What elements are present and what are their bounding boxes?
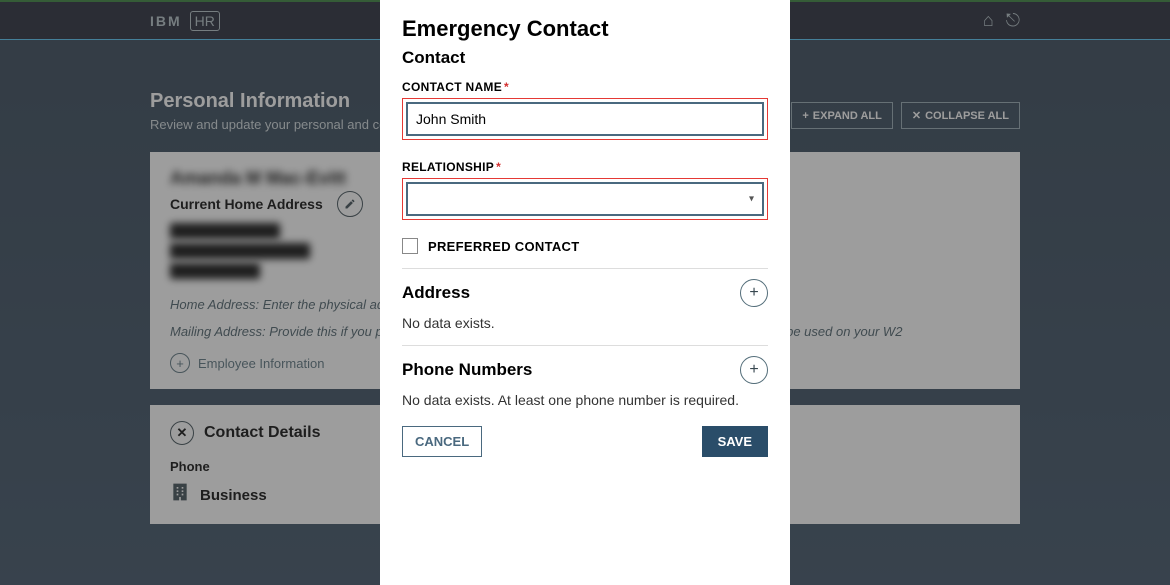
contact-name-input[interactable]	[406, 102, 764, 136]
save-button[interactable]: SAVE	[702, 426, 768, 457]
relationship-select[interactable]	[406, 182, 764, 216]
relationship-validation-box: ▾	[402, 178, 768, 220]
emergency-contact-modal: Emergency Contact Contact CONTACT NAME* …	[380, 0, 790, 585]
add-address-button[interactable]: +	[740, 279, 768, 307]
relationship-label: RELATIONSHIP*	[402, 160, 768, 174]
address-empty-text: No data exists.	[402, 315, 768, 331]
preferred-contact-label: PREFERRED CONTACT	[428, 239, 579, 254]
preferred-contact-checkbox[interactable]	[402, 238, 418, 254]
phone-empty-text: No data exists. At least one phone numbe…	[402, 392, 768, 408]
modal-subtitle: Contact	[402, 48, 768, 68]
address-section-title: Address	[402, 283, 768, 303]
phone-section-title: Phone Numbers	[402, 360, 768, 380]
modal-title: Emergency Contact	[402, 16, 768, 42]
add-phone-button[interactable]: +	[740, 356, 768, 384]
contact-name-validation-box	[402, 98, 768, 140]
phone-section: Phone Numbers + No data exists. At least…	[402, 345, 768, 408]
cancel-button[interactable]: CANCEL	[402, 426, 482, 457]
address-section: Address + No data exists.	[402, 268, 768, 331]
contact-name-label: CONTACT NAME*	[402, 80, 768, 94]
